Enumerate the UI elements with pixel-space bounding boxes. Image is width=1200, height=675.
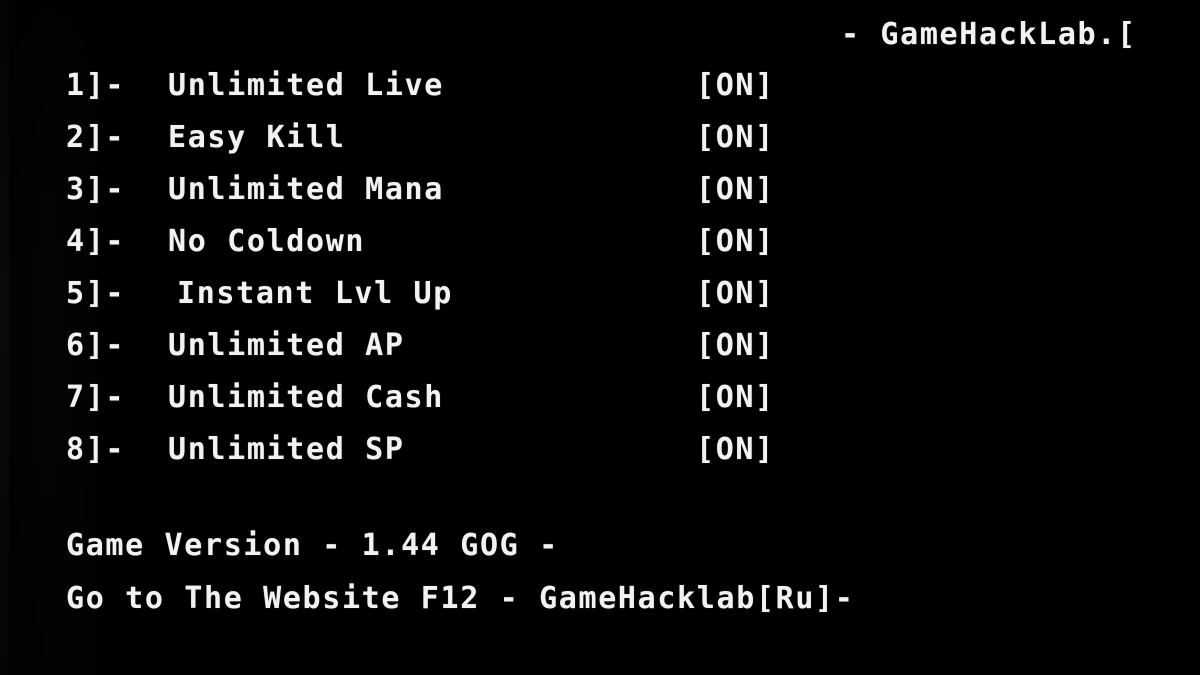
cheat-list: 1]- Unlimited Live [ON] 2]- Easy Kill [O… [0, 68, 1103, 484]
cheat-name: Unlimited Mana [168, 172, 444, 207]
cheat-status-badge: [ON] [696, 276, 775, 311]
cheat-status-badge: [ON] [696, 120, 775, 155]
cheat-name: Instant Lvl Up [177, 276, 453, 311]
cheat-hotkey: 8]- [66, 432, 126, 467]
overlay-footer: Game Version - 1.44 GOG - Go to The Webs… [66, 519, 854, 625]
cheat-hotkey: 3]- [66, 172, 126, 207]
cheat-row-2[interactable]: 2]- Easy Kill [ON] [0, 120, 1103, 172]
website-hotkey-line[interactable]: Go to The Website F12 - GameHacklab[Ru]- [66, 572, 854, 625]
cheat-row-3[interactable]: 3]- Unlimited Mana [ON] [0, 172, 1103, 224]
overlay-title: - GameHackLab.[ [841, 17, 1137, 52]
cheat-status-badge: [ON] [696, 328, 775, 363]
cheat-hotkey: 1]- [66, 68, 126, 103]
cheat-name: Unlimited Cash [168, 380, 444, 415]
cheat-status-badge: [ON] [696, 432, 775, 467]
cheat-name: No Coldown [168, 224, 366, 259]
cheat-name: Unlimited Live [168, 68, 444, 103]
cheat-name: Easy Kill [168, 120, 346, 155]
cheat-row-6[interactable]: 6]- Unlimited AP [ON] [0, 328, 1103, 380]
cheat-row-1[interactable]: 1]- Unlimited Live [ON] [0, 68, 1103, 120]
cheat-row-8[interactable]: 8]- Unlimited SP [ON] [0, 432, 1103, 484]
game-version-line: Game Version - 1.44 GOG - [66, 528, 559, 563]
cheat-row-5[interactable]: 5]- Instant Lvl Up [ON] [0, 276, 1103, 328]
cheat-hotkey: 7]- [66, 380, 126, 415]
cheat-row-7[interactable]: 7]- Unlimited Cash [ON] [0, 380, 1103, 432]
cheat-hotkey: 5]- [66, 276, 126, 311]
cheat-name: Unlimited SP [168, 432, 405, 467]
cheat-hotkey: 6]- [66, 328, 126, 363]
cheat-status-badge: [ON] [696, 68, 775, 103]
cheat-status-badge: [ON] [696, 172, 775, 207]
cheat-status-badge: [ON] [696, 380, 775, 415]
cheat-name: Unlimited AP [168, 328, 405, 363]
cheat-status-badge: [ON] [696, 224, 775, 259]
cheat-row-4[interactable]: 4]- No Coldown [ON] [0, 224, 1103, 276]
cheat-hotkey: 4]- [66, 224, 126, 259]
cheat-hotkey: 2]- [66, 120, 126, 155]
trainer-overlay-screen: - GameHackLab.[ 1]- Unlimited Live [ON] … [0, 0, 1200, 675]
